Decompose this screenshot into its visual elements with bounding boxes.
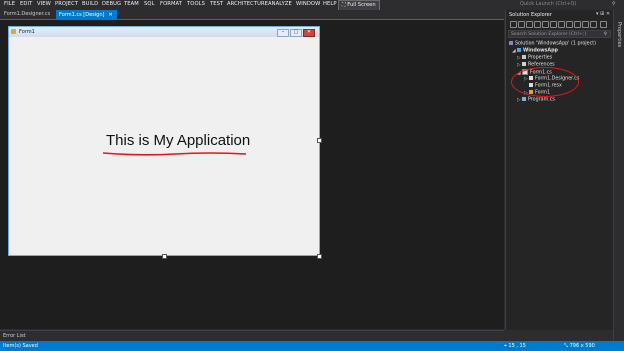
settings-icon[interactable] — [600, 21, 607, 28]
minimize-button[interactable]: – — [277, 29, 289, 37]
refresh-icon[interactable] — [550, 21, 557, 28]
menu-architecture[interactable]: ARCHITECTURE — [227, 1, 268, 7]
collapse-all-icon[interactable] — [558, 21, 565, 28]
menu-project[interactable]: PROJECT — [55, 1, 78, 7]
resize-handle-corner[interactable] — [317, 254, 322, 259]
close-icon[interactable]: ✕ — [108, 12, 112, 18]
resize-handle-bottom[interactable] — [162, 254, 167, 259]
pending-changes-icon[interactable] — [542, 21, 549, 28]
project-icon — [517, 48, 521, 52]
back-icon[interactable] — [510, 21, 517, 28]
status-position: ⌖ 15 , 15 — [504, 343, 526, 349]
form-icon — [11, 29, 16, 34]
view-code-icon[interactable] — [582, 21, 589, 28]
quick-launch-input[interactable]: Quick Launch (Ctrl+Q) — [520, 1, 616, 8]
tab-form1-designer-cs[interactable]: Form1.Designer.cs — [2, 11, 52, 19]
solution-explorer-search[interactable]: Search Solution Explorer (Ctrl+;) ⚲ — [508, 30, 611, 38]
tree-project[interactable]: ◢ WindowsApp — [512, 48, 558, 54]
menu-help[interactable]: HELP — [323, 1, 337, 7]
status-text: Item(s) Saved — [3, 343, 38, 349]
tab-label: Form1.cs [Design] — [59, 12, 105, 18]
forward-icon[interactable] — [518, 21, 525, 28]
menu-build[interactable]: BUILD — [82, 1, 98, 7]
tree-label: WindowsApp — [523, 48, 558, 54]
menu-file[interactable]: FILE — [4, 1, 15, 7]
form-close-button[interactable]: ✕ — [303, 29, 315, 37]
form-title: Form1 — [19, 29, 35, 35]
cs-file-icon — [522, 97, 526, 101]
properties-icon[interactable] — [574, 21, 581, 28]
maximize-button[interactable]: □ — [290, 29, 302, 37]
home-icon[interactable] — [526, 21, 533, 28]
view-designer-icon[interactable] — [590, 21, 597, 28]
tree-label: Program.cs — [528, 97, 555, 103]
menu-debug[interactable]: DEBUG — [102, 1, 121, 7]
solution-explorer-panel: Solution Explorer ▾ ⊞ ✕ Search Solution … — [505, 10, 613, 330]
menu-format[interactable]: FORMAT — [160, 1, 182, 7]
properties-side-tab[interactable]: Properties — [613, 10, 624, 341]
menu-sql[interactable]: SQL — [144, 1, 155, 7]
menu-edit[interactable]: EDIT — [20, 1, 32, 7]
error-list-tab[interactable]: Error List — [3, 333, 26, 339]
tree-program-cs[interactable]: ▷ Program.cs — [517, 97, 555, 103]
menu-tools[interactable]: TOOLS — [187, 1, 205, 7]
show-all-files-icon[interactable] — [566, 21, 573, 28]
menu-window[interactable]: WINDOW — [296, 1, 320, 7]
red-underline-annotation — [102, 152, 247, 156]
error-list-bar: Error List — [0, 330, 504, 341]
full-screen-label: Full Screen — [347, 2, 376, 8]
application-label[interactable]: This is My Application — [106, 132, 250, 149]
form-titlebar[interactable]: Form1 – □ ✕ — [9, 27, 319, 37]
menu-test[interactable]: TEST — [210, 1, 223, 7]
tree-solution[interactable]: Solution 'WindowsApp' (1 project) — [509, 41, 596, 47]
tree-label: Solution 'WindowsApp' (1 project) — [515, 41, 596, 47]
status-size: ⤡ 796 x 590 — [564, 343, 595, 349]
status-bar: Item(s) Saved ⌖ 15 , 15 ⤡ 796 x 590 — [0, 341, 624, 351]
solution-explorer-title: Solution Explorer — [509, 12, 552, 18]
red-circle-annotation — [511, 67, 579, 97]
sync-icon[interactable] — [534, 21, 541, 28]
search-icon[interactable]: ⚲ — [604, 31, 607, 39]
size-value: 796 x 590 — [569, 343, 595, 349]
tree-properties[interactable]: ▷ Properties — [517, 55, 552, 61]
position-value: 15 , 15 — [508, 343, 526, 349]
solution-explorer-toolbar — [508, 20, 612, 29]
references-icon — [522, 62, 526, 66]
tree-label: Properties — [528, 55, 553, 61]
panel-pin-icons[interactable]: ▾ ⊞ ✕ — [596, 11, 610, 17]
menu-team[interactable]: TEAM — [124, 1, 139, 7]
properties-tab-label: Properties — [616, 22, 622, 48]
menu-bar: FILE EDIT VIEW PROJECT BUILD DEBUG TEAM … — [0, 0, 624, 11]
search-placeholder: Search Solution Explorer (Ctrl+;) — [511, 32, 587, 37]
wrench-icon — [522, 55, 526, 59]
menu-view[interactable]: VIEW — [37, 1, 51, 7]
search-icon[interactable]: ⚲ — [612, 1, 616, 7]
solution-icon — [509, 41, 513, 45]
resize-handle-right[interactable] — [317, 138, 322, 143]
menu-analyze[interactable]: ANALYZE — [268, 1, 292, 7]
